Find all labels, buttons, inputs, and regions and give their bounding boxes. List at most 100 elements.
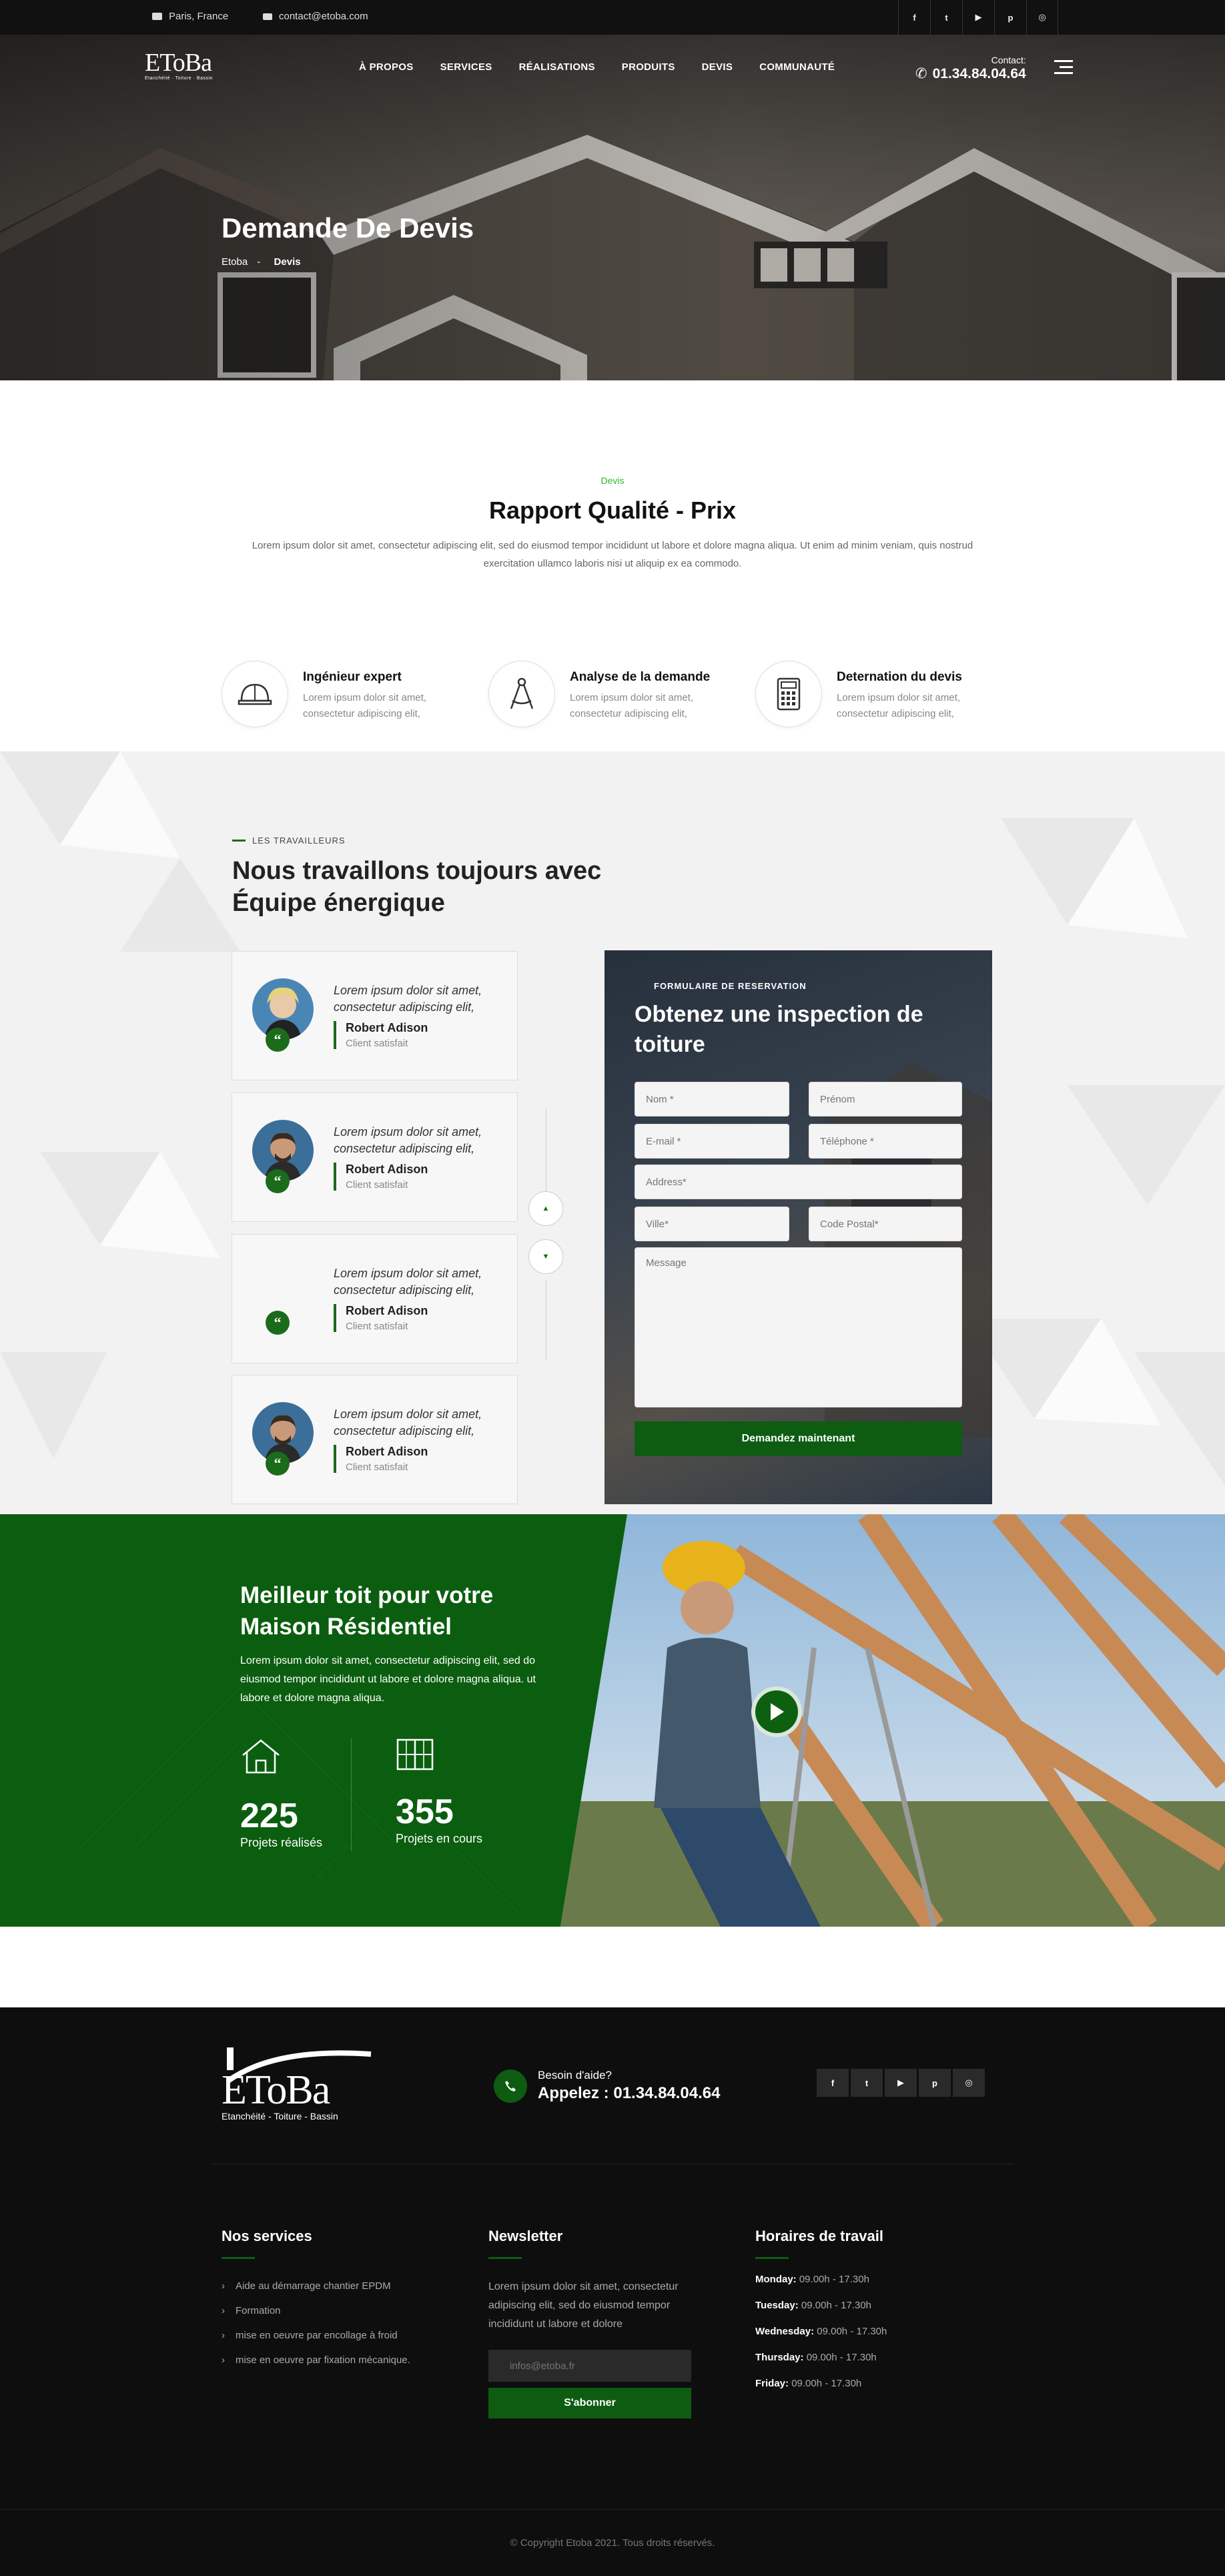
testimonial-role: Client satisfait: [346, 1321, 408, 1332]
feature-item: Ingénieur expert Lorem ipsum dolor sit am…: [222, 661, 443, 727]
page-title: Demande De Devis: [222, 212, 474, 244]
code-postal-field[interactable]: [809, 1207, 962, 1241]
testimonial-text: Lorem ipsum dolor sit amet, consectetur …: [334, 1407, 482, 1437]
footer-logo-tagline: Etanchéité - Toiture - Bassin: [222, 2111, 338, 2122]
email-info[interactable]: contact@etoba.com: [263, 11, 368, 22]
stat-value: 355: [396, 1793, 454, 1831]
testimonial-card: “ Lorem ipsum dolor sit amet, consectetu…: [232, 1234, 518, 1363]
feature-title: Ingénieur expert: [303, 670, 402, 684]
email-text[interactable]: contact@etoba.com: [279, 11, 368, 22]
address-field[interactable]: [635, 1165, 962, 1199]
testimonial-name: Robert Adison: [346, 1445, 428, 1458]
telephone-field[interactable]: [809, 1124, 962, 1159]
nav-communaute[interactable]: COMMUNAUTÉ: [759, 61, 835, 73]
nav-devis[interactable]: DEVIS: [702, 61, 733, 73]
section-tag: Devis: [600, 475, 625, 486]
facebook-icon[interactable]: f: [898, 0, 930, 35]
nav-a-propos[interactable]: À PROPOS: [359, 61, 414, 73]
testimonial-name: Robert Adison: [346, 1021, 428, 1034]
help-phone[interactable]: Appelez : 01.34.84.04.64: [538, 2084, 721, 2103]
prenom-field[interactable]: [809, 1082, 962, 1116]
main-nav: À PROPOS SERVICES RÉALISATIONS PRODUITS …: [359, 61, 835, 73]
youtube-icon[interactable]: ▶: [962, 0, 994, 35]
feature-text: Lorem ipsum dolor sit amet, consectetur …: [570, 692, 694, 719]
breadcrumb-current: Devis: [274, 256, 301, 268]
breadcrumb-home[interactable]: Etoba: [222, 256, 248, 268]
phone-icon: [494, 2069, 527, 2103]
calculator-icon: [755, 661, 822, 727]
location-text: Paris, France: [169, 11, 229, 22]
newsletter-email-input[interactable]: [488, 2350, 691, 2382]
service-link[interactable]: mise en oeuvre par fixation mécanique.: [222, 2354, 410, 2366]
header-phone[interactable]: 01.34.84.04.64: [933, 66, 1026, 82]
hours-row: Wednesday: 09.00h - 17.30h: [755, 2326, 887, 2337]
quote-icon: “: [266, 1311, 290, 1335]
help-contact[interactable]: Besoin d'aide? Appelez : 01.34.84.04.64: [494, 2069, 721, 2103]
top-bar: Paris, France contact@etoba.com f t ▶ p …: [0, 0, 1225, 35]
stat-label: Projets en cours: [396, 1832, 483, 1845]
intro-text: Lorem ipsum dolor sit amet, consectetur …: [252, 540, 973, 569]
email-field[interactable]: [635, 1124, 789, 1159]
nav-produits[interactable]: PRODUITS: [622, 61, 675, 73]
testimonial-role: Client satisfait: [346, 1038, 408, 1049]
contact-label: Contact:: [991, 55, 1026, 65]
intro-title: Rapport Qualité - Prix: [488, 497, 737, 524]
copyright: © Copyright Etoba 2021. Tous droits rése…: [0, 2509, 1225, 2576]
help-label: Besoin d'aide?: [538, 2069, 612, 2081]
twitter-icon[interactable]: t: [851, 2069, 883, 2097]
top-socials: f t ▶ p ◎: [898, 0, 1058, 35]
hours-row: Thursday: 09.00h - 17.30h: [755, 2352, 877, 2363]
instagram-icon[interactable]: ◎: [1026, 0, 1058, 35]
testimonial-card: “ Lorem ipsum dolor sit amet, consectetu…: [232, 1092, 518, 1222]
newsletter-title: Newsletter: [488, 2228, 563, 2244]
breadcrumb-separator: -: [257, 256, 261, 268]
services-title: Nos services: [222, 2228, 312, 2244]
message-field[interactable]: [635, 1247, 962, 1407]
stat-label: Projets réalisés: [240, 1836, 323, 1849]
best-roof-section: Meilleur toit pour votre Maison Résidenti…: [0, 1514, 1225, 1927]
nom-field[interactable]: [635, 1082, 789, 1116]
helmet-icon: [222, 661, 288, 727]
testimonial-text: Lorem ipsum dolor sit amet, consectetur …: [334, 1267, 482, 1297]
testimonial-role: Client satisfait: [346, 1179, 408, 1191]
quote-icon: “: [266, 1452, 290, 1476]
map-icon: [152, 13, 162, 20]
testimonial-text: Lorem ipsum dolor sit amet, consectetur …: [334, 984, 482, 1014]
envelope-icon: [263, 13, 272, 20]
feature-title: Analyse de la demande: [570, 670, 711, 684]
service-link[interactable]: Formation: [222, 2305, 410, 2316]
pinterest-icon[interactable]: p: [919, 2069, 951, 2097]
subscribe-button[interactable]: S'abonner: [488, 2388, 691, 2419]
youtube-icon[interactable]: ▶: [885, 2069, 917, 2097]
testimonial-card: “ Lorem ipsum dolor sit amet, consectetu…: [232, 1375, 518, 1504]
menu-hamburger-icon[interactable]: [1054, 60, 1073, 78]
testimonial-name: Robert Adison: [346, 1304, 428, 1317]
carousel-up-arrow-icon[interactable]: ▲: [528, 1191, 563, 1226]
service-link[interactable]: Aide au démarrage chantier EPDM: [222, 2280, 410, 2292]
quote-icon: “: [266, 1169, 290, 1193]
service-link[interactable]: mise en oeuvre par encollage à froid: [222, 2330, 410, 2341]
intro-section: Devis Rapport Qualité - Prix Lorem ipsum…: [0, 475, 1225, 573]
pinterest-icon[interactable]: p: [994, 0, 1026, 35]
header-contact[interactable]: Contact: ✆ 01.34.84.04.64: [915, 55, 1026, 82]
testimonial-role: Client satisfait: [346, 1462, 408, 1473]
feature-text: Lorem ipsum dolor sit amet, consectetur …: [303, 692, 427, 719]
site-logo[interactable]: EToBa Etanchéité · Toiture · Bassin: [145, 47, 222, 91]
nav-services[interactable]: SERVICES: [440, 61, 492, 73]
twitter-icon[interactable]: t: [930, 0, 962, 35]
instagram-icon[interactable]: ◎: [953, 2069, 985, 2097]
logo-text: EToBa: [145, 49, 212, 77]
feature-text: Lorem ipsum dolor sit amet, consectetur …: [837, 692, 961, 719]
ville-field[interactable]: [635, 1207, 789, 1241]
submit-button[interactable]: Demandez maintenant: [635, 1421, 962, 1456]
compass-icon: [488, 661, 555, 727]
form-tag: FORMULAIRE DE RESERVATION: [654, 981, 807, 991]
carousel-down-arrow-icon[interactable]: ▼: [528, 1239, 563, 1274]
footer-logo[interactable]: EToBa Etanchéité - Toiture - Bassin: [222, 2047, 375, 2134]
nav-realisations[interactable]: RÉALISATIONS: [519, 61, 595, 73]
play-video-icon[interactable]: [751, 1686, 802, 1737]
phone-icon: ✆: [915, 66, 927, 81]
services-column: Nos services Aide au démarrage chantier …: [222, 2228, 410, 2366]
facebook-icon[interactable]: f: [817, 2069, 849, 2097]
testimonial-text: Lorem ipsum dolor sit amet, consectetur …: [334, 1125, 482, 1155]
